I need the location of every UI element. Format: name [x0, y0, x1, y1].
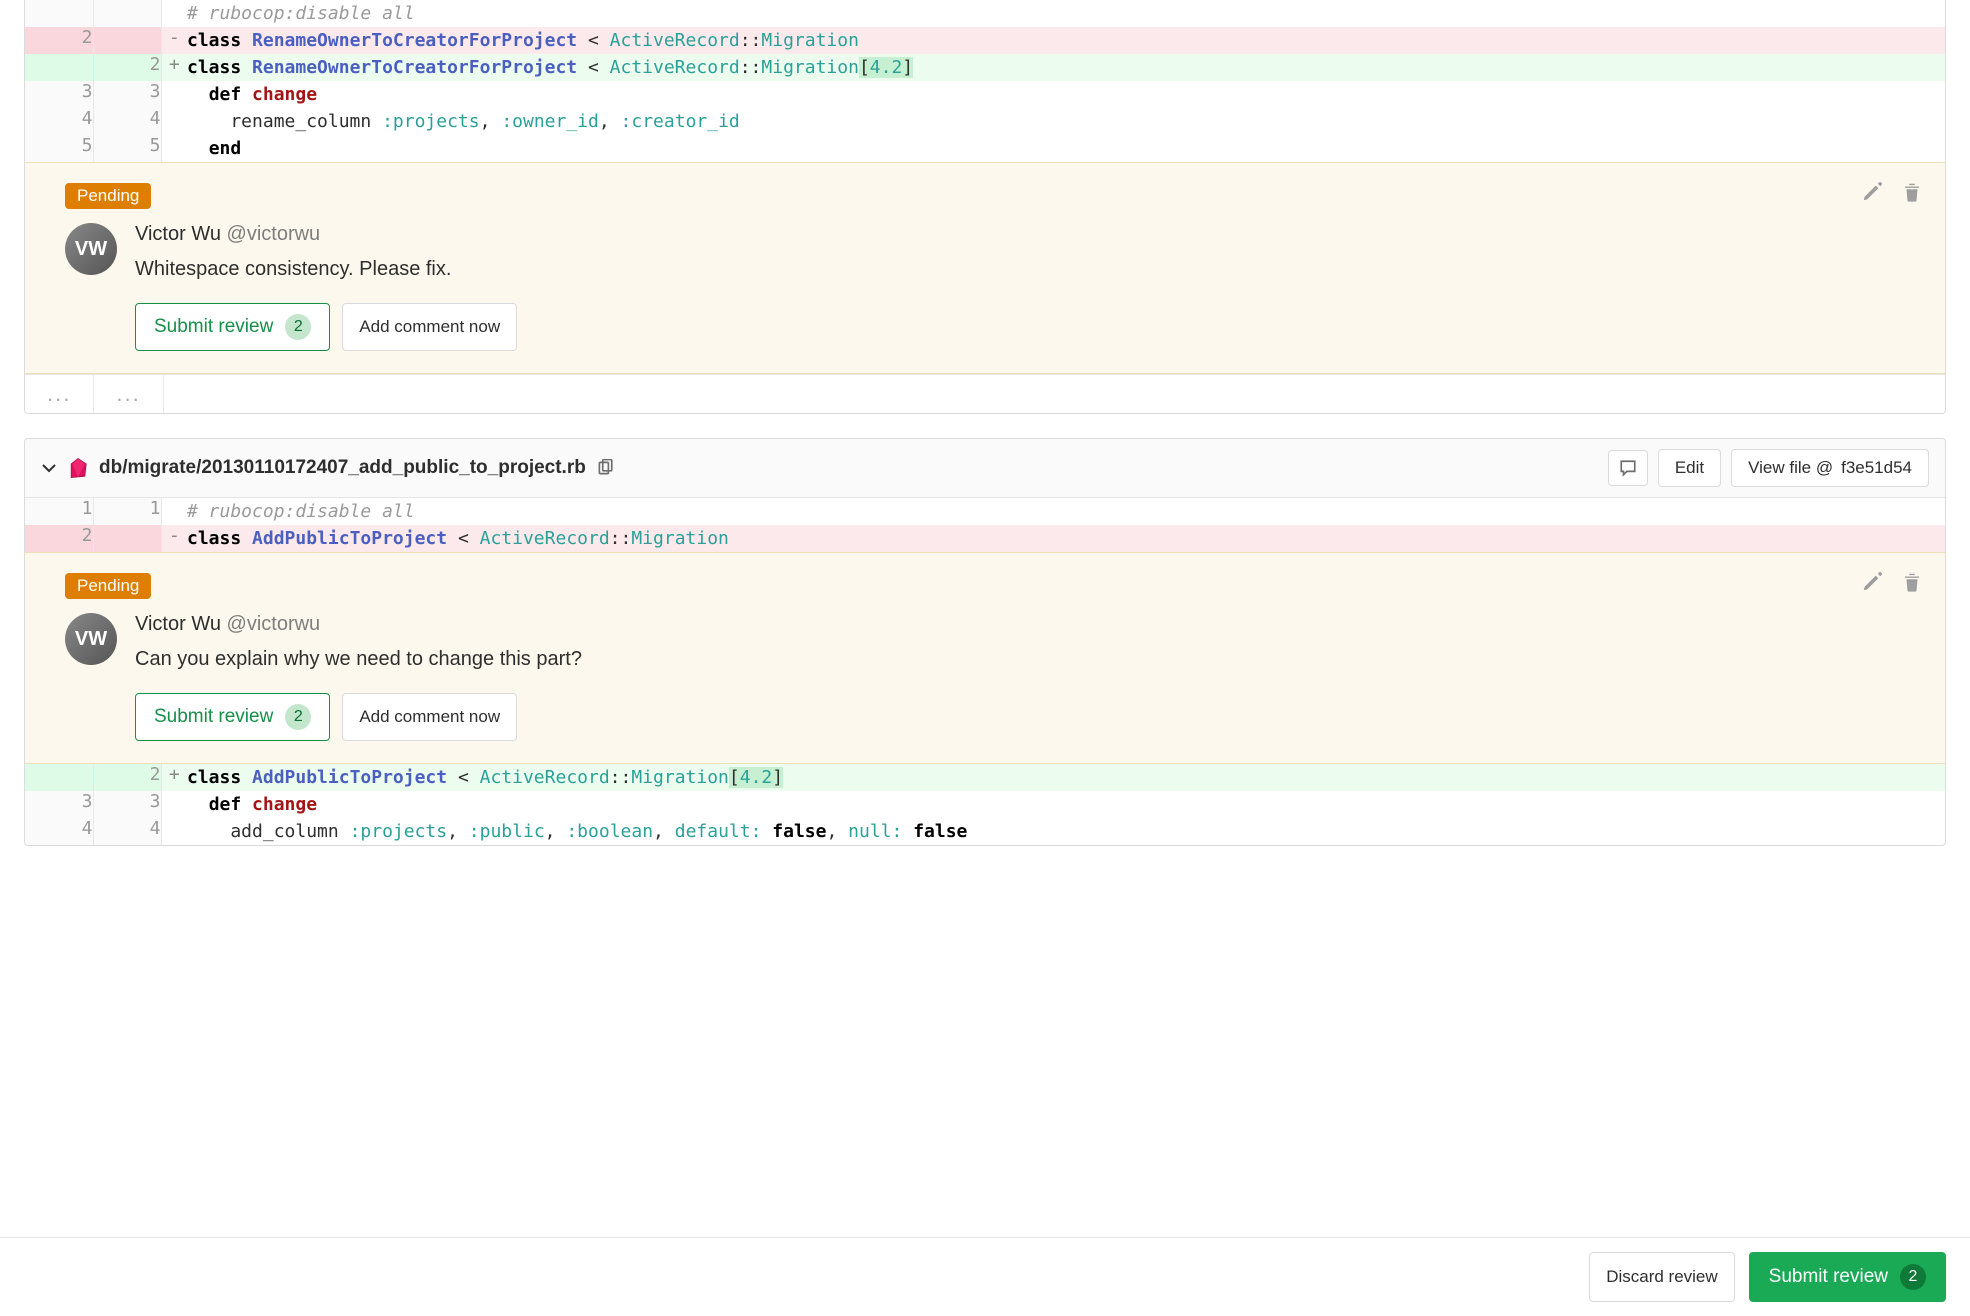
diff-line[interactable]: 44 rename_column :projects, :owner_id, :… [25, 108, 1945, 135]
discard-review-button[interactable]: Discard review [1589, 1252, 1734, 1302]
pencil-icon[interactable] [1861, 181, 1883, 203]
trash-icon[interactable] [1901, 571, 1923, 593]
review-comment: Pending VW Victor Wu @victorwu Whitespac… [25, 162, 1945, 374]
diff-table: # rubocop:disable all2-class RenameOwner… [25, 0, 1945, 162]
copy-path-icon[interactable] [596, 459, 614, 477]
review-bottom-bar: Discard review Submit review 2 [0, 1237, 1970, 1316]
comment-text: Whitespace consistency. Please fix. [135, 258, 1917, 281]
pending-badge: Pending [65, 183, 151, 209]
diff-table: 2+class AddPublicToProject < ActiveRecor… [25, 764, 1945, 845]
avatar[interactable]: VW [65, 613, 117, 665]
add-comment-now-button[interactable]: Add comment now [342, 693, 517, 741]
review-comment: Pending VW Victor Wu @victorwu Can you e… [25, 552, 1945, 764]
diff-file-1: # rubocop:disable all2-class RenameOwner… [24, 0, 1946, 414]
view-file-button[interactable]: View file @ f3e51d54 [1731, 449, 1929, 487]
expand-up-icon[interactable]: ... [25, 381, 93, 406]
chevron-down-icon[interactable] [41, 460, 57, 476]
comment-text: Can you explain why we need to change th… [135, 648, 1917, 671]
comment-icon [1619, 459, 1637, 477]
pencil-icon[interactable] [1861, 571, 1883, 593]
comment-author[interactable]: Victor Wu @victorwu [135, 223, 1917, 246]
diff-line[interactable]: 11 # rubocop:disable all [25, 498, 1945, 525]
diff-line[interactable]: 33 def change [25, 791, 1945, 818]
toggle-comments-button[interactable] [1608, 450, 1648, 486]
expand-down-icon[interactable]: ... [94, 381, 162, 406]
diff-line[interactable]: 2-class AddPublicToProject < ActiveRecor… [25, 525, 1945, 552]
submit-review-button[interactable]: Submit review 2 [135, 693, 330, 741]
diff-line[interactable]: 55 end [25, 135, 1945, 162]
avatar[interactable]: VW [65, 223, 117, 275]
add-comment-now-button[interactable]: Add comment now [342, 303, 517, 351]
diff-table: 11 # rubocop:disable all2-class AddPubli… [25, 498, 1945, 552]
diff-line[interactable]: 33 def change [25, 81, 1945, 108]
diff-line[interactable]: 2+class RenameOwnerToCreatorForProject <… [25, 54, 1945, 81]
review-count-badge: 2 [1900, 1264, 1926, 1290]
trash-icon[interactable] [1901, 181, 1923, 203]
diff-line[interactable]: 2+class AddPublicToProject < ActiveRecor… [25, 764, 1945, 791]
diff-line[interactable]: 2-class RenameOwnerToCreatorForProject <… [25, 27, 1945, 54]
review-count-badge: 2 [285, 314, 311, 340]
ruby-icon [67, 457, 89, 479]
diff-file-2: db/migrate/20130110172407_add_public_to_… [24, 438, 1946, 846]
file-header: db/migrate/20130110172407_add_public_to_… [25, 439, 1945, 498]
pending-badge: Pending [65, 573, 151, 599]
diff-line[interactable]: # rubocop:disable all [25, 0, 1945, 27]
review-count-badge: 2 [285, 704, 311, 730]
submit-review-button[interactable]: Submit review 2 [135, 303, 330, 351]
submit-review-button[interactable]: Submit review 2 [1749, 1252, 1946, 1302]
diff-line[interactable]: 44 add_column :projects, :public, :boole… [25, 818, 1945, 845]
comment-author[interactable]: Victor Wu @victorwu [135, 613, 1917, 636]
diff-expand: ... ... [25, 374, 1945, 413]
edit-file-button[interactable]: Edit [1658, 449, 1721, 487]
file-path[interactable]: db/migrate/20130110172407_add_public_to_… [99, 457, 1598, 479]
